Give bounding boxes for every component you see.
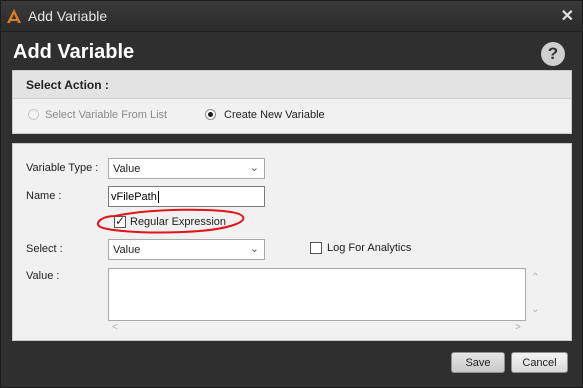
variable-type-select[interactable]: Value ⌄ (108, 158, 265, 179)
create-new-variable-label: Create New Variable (224, 109, 325, 121)
value-textarea[interactable] (108, 268, 526, 321)
log-for-analytics-label: Log For Analytics (327, 242, 412, 254)
name-label: Name : (26, 190, 62, 202)
chevron-left-icon[interactable]: < (112, 322, 118, 333)
value-label: Value : (26, 270, 60, 282)
select-action-header: Select Action : (13, 71, 571, 99)
log-for-analytics-checkbox[interactable] (310, 242, 322, 254)
close-icon[interactable]: ✕ (561, 6, 574, 26)
title-bar[interactable]: Add Variable ✕ (1, 1, 582, 32)
help-icon[interactable]: ? (541, 42, 565, 66)
variable-type-label: Variable Type : (26, 162, 99, 174)
variable-form-panel: Variable Type : Value ⌄ Name : vFilePath… (12, 143, 572, 341)
chevron-down-icon: ⌄ (249, 162, 259, 174)
name-input[interactable]: vFilePath (108, 186, 265, 207)
select-action-label: Select Action : (26, 78, 109, 92)
add-variable-window: Add Variable ✕ Add Variable ? Select Act… (0, 0, 583, 388)
name-input-value: vFilePath (111, 191, 157, 203)
select-label: Select : (26, 243, 63, 255)
variable-type-value: Value (113, 163, 141, 175)
save-button[interactable]: Save (451, 352, 505, 373)
select-action-panel: Select Action : Select Variable From Lis… (12, 70, 572, 134)
select-dropdown[interactable]: Value ⌄ (108, 239, 265, 260)
chevron-down-icon: ⌄ (249, 243, 259, 255)
app-logo-icon (6, 8, 22, 24)
create-new-variable-radio[interactable] (205, 109, 216, 120)
select-variable-from-list-label: Select Variable From List (45, 109, 168, 121)
highlight-annotation (97, 208, 245, 234)
cancel-button[interactable]: Cancel (511, 352, 568, 373)
chevron-down-icon[interactable]: ⌄ (531, 304, 539, 315)
select-value: Value (113, 244, 141, 256)
chevron-right-icon[interactable]: > (515, 322, 521, 333)
dialog-heading: Add Variable (13, 41, 135, 63)
chevron-up-icon[interactable]: ⌃ (531, 272, 539, 283)
select-variable-from-list-radio[interactable] (28, 109, 39, 120)
window-title: Add Variable (28, 8, 108, 24)
